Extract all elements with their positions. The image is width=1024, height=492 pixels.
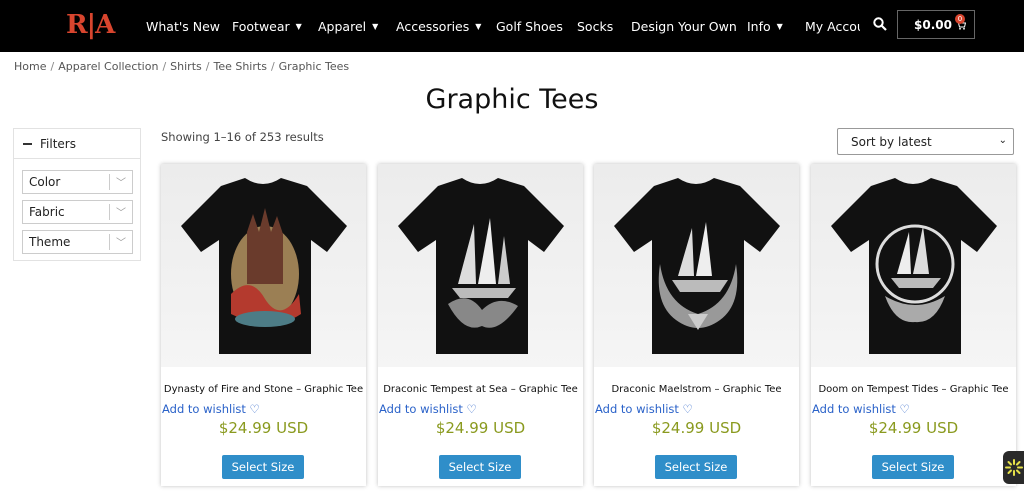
chevron-down-icon: ﹀: [116, 238, 126, 249]
product-name[interactable]: Dynasty of Fire and Stone – Graphic Tee: [161, 384, 366, 395]
tshirt-image: [398, 178, 564, 354]
breadcrumb-tee-shirts[interactable]: Tee Shirts: [213, 60, 266, 73]
chevron-down-icon: ﹀: [116, 208, 126, 219]
breadcrumb-current: Graphic Tees: [278, 60, 350, 73]
page-title: Graphic Tees: [425, 84, 599, 115]
nav-label: Golf Shoes: [496, 18, 563, 34]
product-price: $24.99 USD: [651, 419, 742, 437]
select-divider: [109, 174, 110, 190]
nav-footwear[interactable]: Footwear ▼: [232, 0, 302, 52]
select-size-button[interactable]: Select Size: [872, 455, 954, 479]
product-price: $24.99 USD: [435, 419, 526, 437]
cart-count-badge: 0: [955, 14, 965, 24]
nav-socks[interactable]: Socks: [577, 0, 613, 52]
filters-toggle[interactable]: Filters: [14, 129, 140, 159]
select-size-button[interactable]: Select Size: [222, 455, 304, 479]
nav-info[interactable]: Info ▼: [747, 0, 783, 52]
breadcrumb-separator: /: [162, 60, 167, 73]
caret-down-icon: ▼: [475, 21, 482, 31]
site-header: R|A What's New Footwear ▼ Apparel ▼ Access…: [0, 0, 1024, 52]
breadcrumb-separator: /: [50, 60, 55, 73]
minus-icon: [23, 142, 32, 145]
product-name[interactable]: Draconic Tempest at Sea – Graphic Tee: [378, 384, 583, 395]
product-card[interactable]: Doom on Tempest Tides – Graphic Tee Add …: [811, 164, 1016, 486]
cart-total: $0.00: [914, 17, 952, 32]
add-to-wishlist-link[interactable]: Add to wishlist ♡: [162, 402, 260, 416]
product-name[interactable]: Doom on Tempest Tides – Graphic Tee: [811, 384, 1016, 395]
nav-apparel[interactable]: Apparel ▼: [318, 0, 378, 52]
select-size-button[interactable]: Select Size: [439, 455, 521, 479]
product-card[interactable]: Draconic Maelstrom – Graphic Tee Add to …: [594, 164, 799, 486]
breadcrumb: Home / Apparel Collection / Shirts / Tee Shirt…: [14, 60, 349, 73]
nav-label: Info: [747, 18, 771, 34]
site-logo[interactable]: R|A: [66, 10, 115, 40]
breadcrumb-separator: /: [205, 60, 210, 73]
select-divider: [109, 234, 110, 250]
nav-label: Footwear: [232, 18, 290, 34]
nav-golf-shoes[interactable]: Golf Shoes: [496, 0, 563, 52]
nav-label: Apparel: [318, 18, 367, 34]
nav-label: Design Your Own: [631, 18, 737, 34]
nav-label: Socks: [577, 18, 614, 34]
nav-label: Accessories: [396, 18, 470, 34]
add-to-wishlist-link[interactable]: Add to wishlist ♡: [379, 402, 477, 416]
breadcrumb-shirts[interactable]: Shirts: [170, 60, 202, 73]
filter-label: Fabric: [29, 205, 65, 219]
select-divider: [109, 204, 110, 220]
select-size-button[interactable]: Select Size: [655, 455, 737, 479]
product-image[interactable]: [811, 164, 1016, 367]
nav-label: What's New: [146, 18, 221, 34]
filters-title: Filters: [40, 136, 76, 151]
tshirt-image: [831, 178, 997, 354]
help-widget-button[interactable]: [1003, 451, 1024, 484]
caret-down-icon: ▼: [372, 21, 379, 31]
product-card[interactable]: Draconic Tempest at Sea – Graphic Tee Ad…: [378, 164, 583, 486]
nav-label: My Accou: [805, 18, 860, 34]
breadcrumb-home[interactable]: Home: [14, 60, 46, 73]
filter-theme-select[interactable]: Theme ﹀: [22, 230, 133, 254]
filter-fabric-select[interactable]: Fabric ﹀: [22, 200, 133, 224]
nav-accessories[interactable]: Accessories ▼: [396, 0, 481, 52]
breadcrumb-separator: /: [270, 60, 275, 73]
nav-my-account[interactable]: My Accou: [805, 0, 860, 52]
product-card[interactable]: Dynasty of Fire and Stone – Graphic Tee …: [161, 164, 366, 486]
filter-label: Color: [29, 175, 61, 189]
breadcrumb-apparel-collection[interactable]: Apparel Collection: [58, 60, 158, 73]
filter-color-select[interactable]: Color ﹀: [22, 170, 133, 194]
product-name[interactable]: Draconic Maelstrom – Graphic Tee: [594, 384, 799, 395]
product-image[interactable]: [594, 164, 799, 367]
nav-design-your-own[interactable]: Design Your Own: [631, 0, 737, 52]
nav-whats-new[interactable]: What's New: [146, 0, 220, 52]
caret-down-icon: ▼: [295, 21, 302, 31]
cart-button[interactable]: $0.00 0: [897, 10, 975, 39]
product-image[interactable]: [378, 164, 583, 367]
tshirt-image: [614, 178, 780, 354]
tshirt-image: [181, 178, 347, 354]
product-price: $24.99 USD: [868, 419, 959, 437]
search-icon[interactable]: [873, 17, 887, 31]
sort-select[interactable]: Sort by latest ⌄: [837, 128, 1014, 155]
sort-selected: Sort by latest: [851, 134, 932, 149]
product-image[interactable]: [161, 164, 366, 367]
results-count: Showing 1–16 of 253 results: [161, 130, 324, 144]
add-to-wishlist-link[interactable]: Add to wishlist ♡: [812, 402, 910, 416]
add-to-wishlist-link[interactable]: Add to wishlist ♡: [595, 402, 693, 416]
product-price: $24.99 USD: [218, 419, 309, 437]
chevron-down-icon: ﹀: [116, 178, 126, 189]
sunburst-icon: [1005, 459, 1023, 476]
caret-down-icon: ▼: [776, 21, 783, 31]
chevron-down-icon: ⌄: [998, 135, 1007, 146]
filters-panel: Filters Color ﹀ Fabric ﹀ Theme ﹀: [13, 128, 141, 261]
filter-label: Theme: [29, 235, 71, 249]
